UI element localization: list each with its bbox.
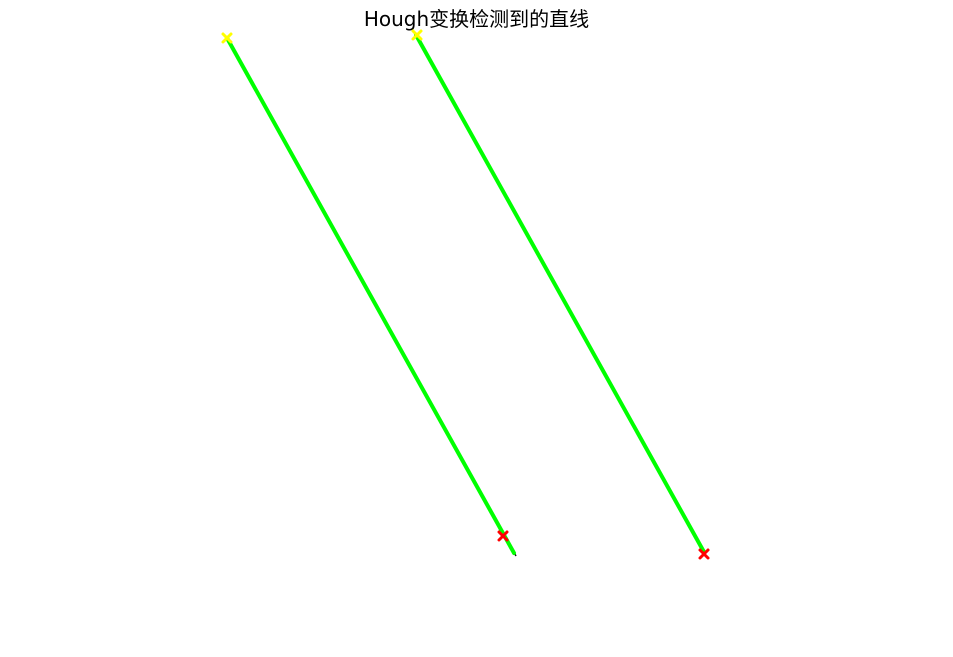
figure-window: Hough变换检测到的直线 bbox=[0, 0, 953, 657]
detected-line-1 bbox=[225, 36, 516, 555]
image-axes bbox=[221, 29, 710, 560]
detected-line-2 bbox=[414, 33, 706, 554]
